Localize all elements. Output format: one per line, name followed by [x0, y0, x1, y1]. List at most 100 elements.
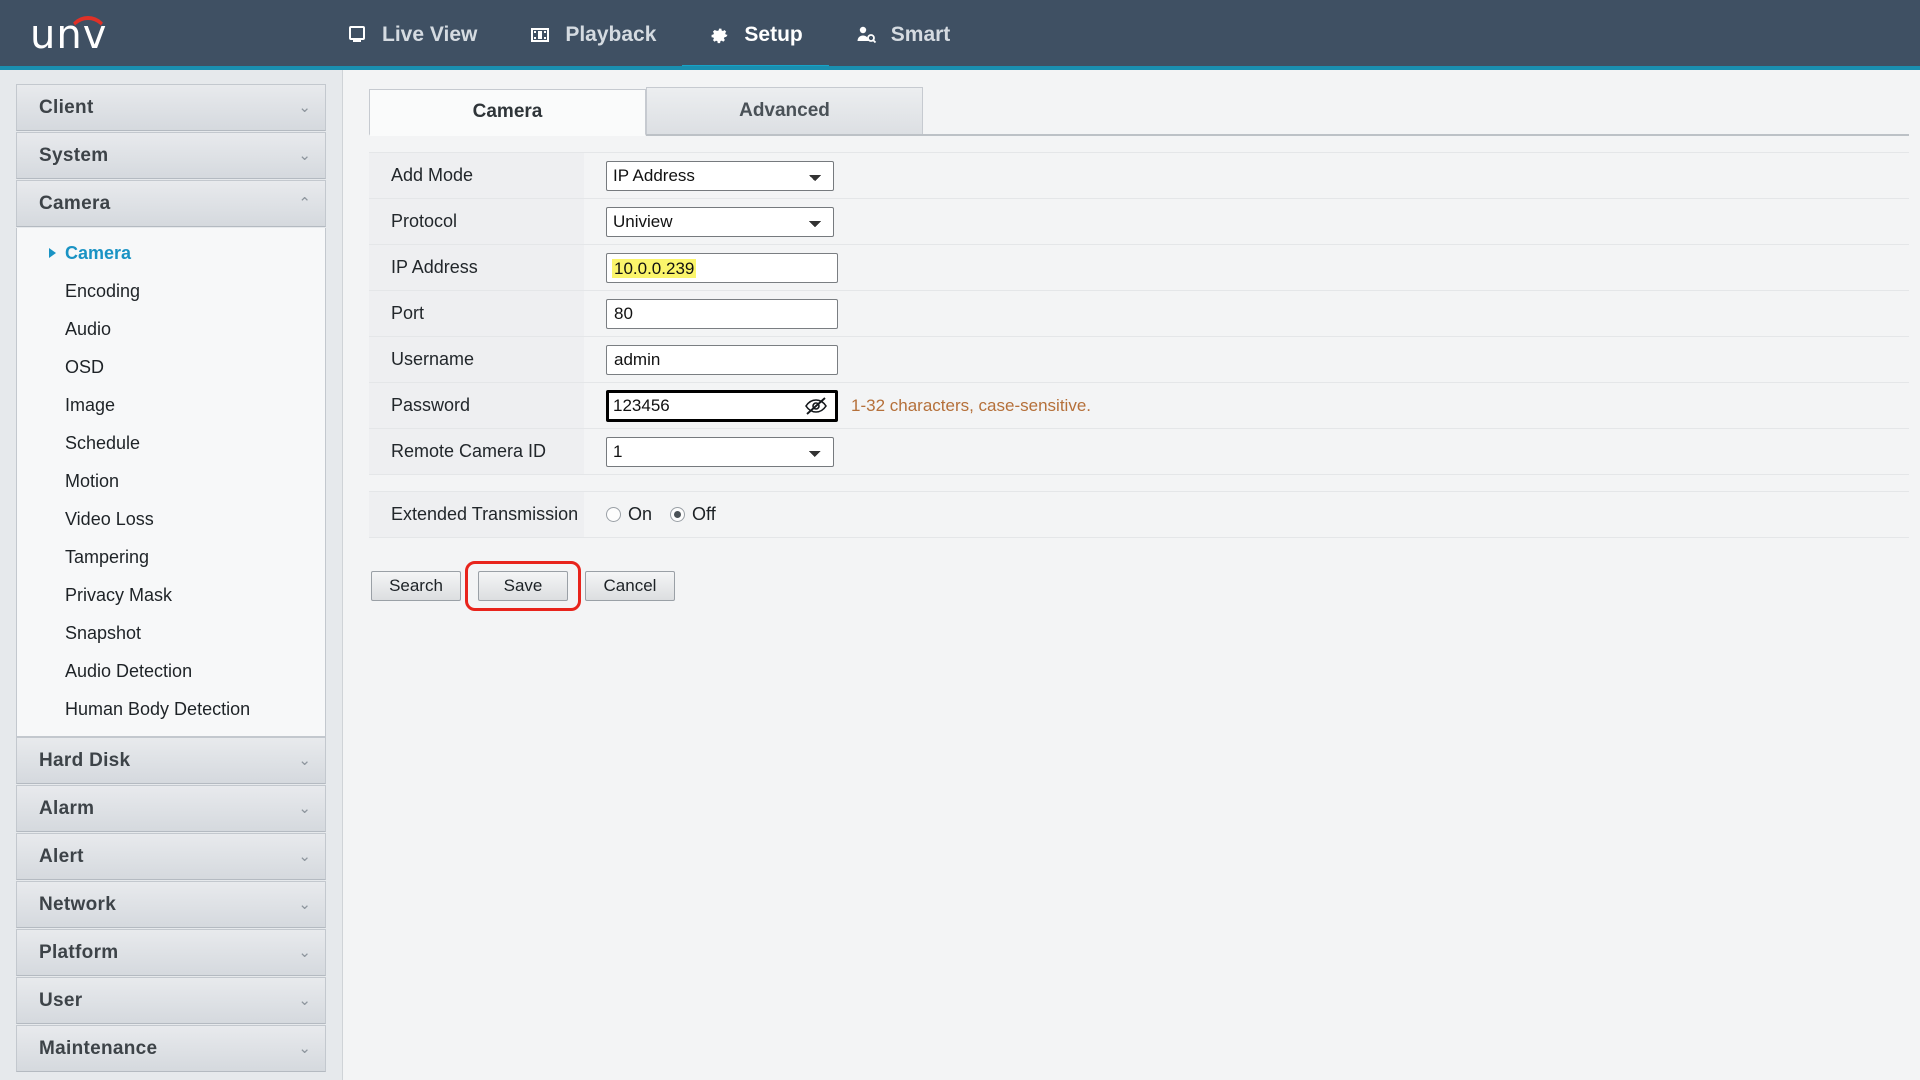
- unv-logo: unv: [30, 10, 150, 60]
- sidebar-group-label: Alert: [39, 845, 84, 867]
- search-button[interactable]: Search: [371, 571, 461, 601]
- sidebar-item-human-body-detection[interactable]: Human Body Detection: [17, 690, 325, 728]
- sidebar-group-camera[interactable]: Camera ⌃: [16, 180, 326, 227]
- sidebar-item-label: Human Body Detection: [65, 698, 251, 719]
- chevron-down-icon: ⌄: [298, 99, 311, 116]
- sidebar-group-network[interactable]: Network ⌄: [16, 881, 326, 928]
- sidebar-item-label: Schedule: [65, 432, 141, 453]
- sidebar-group-user[interactable]: User ⌄: [16, 977, 326, 1024]
- sidebar-group-label: System: [39, 144, 109, 166]
- label-password: Password: [369, 383, 584, 428]
- radio-extended-transmission-off[interactable]: Off: [670, 504, 716, 525]
- sidebar-group-alert[interactable]: Alert ⌄: [16, 833, 326, 880]
- chevron-down-icon: ⌄: [298, 147, 311, 164]
- tab-strip: Camera Advanced: [369, 87, 1909, 136]
- sidebar-item-encoding[interactable]: Encoding: [17, 272, 325, 310]
- eye-slash-icon[interactable]: [804, 396, 828, 416]
- label-add-mode: Add Mode: [369, 153, 584, 198]
- label-protocol: Protocol: [369, 199, 584, 244]
- tab-label: Advanced: [739, 100, 830, 121]
- sidebar-group-label: Platform: [39, 941, 119, 963]
- sidebar-item-image[interactable]: Image: [17, 386, 325, 424]
- form-row-remote-camera-id: Remote Camera ID 1: [369, 429, 1909, 475]
- add-mode-select[interactable]: IP Address: [606, 160, 834, 191]
- nav-item-live-view[interactable]: Live View: [320, 0, 503, 70]
- port-input[interactable]: [606, 298, 838, 329]
- sidebar-group-maintenance[interactable]: Maintenance ⌄: [16, 1025, 326, 1072]
- sidebar-group-platform[interactable]: Platform ⌄: [16, 929, 326, 976]
- sidebar-item-label: Privacy Mask: [65, 584, 173, 605]
- person-search-icon: [855, 24, 877, 46]
- sidebar-group-label: Client: [39, 96, 94, 118]
- sidebar-item-motion[interactable]: Motion: [17, 462, 325, 500]
- label-remote-camera-id: Remote Camera ID: [369, 429, 584, 474]
- main-navigation: Live View Playback Setup Smart: [320, 0, 976, 70]
- sidebar-item-label: Encoding: [65, 280, 141, 301]
- sidebar-item-label: Audio Detection: [65, 660, 193, 681]
- radio-circle-filled-icon: [670, 507, 686, 522]
- sidebar-item-label: Audio: [65, 318, 112, 339]
- password-field-wrapper: [606, 389, 838, 422]
- nav-label-smart: Smart: [890, 23, 951, 46]
- main-content: Camera Advanced Add Mode IP Address Prot…: [342, 70, 1920, 1080]
- username-input[interactable]: [606, 344, 838, 375]
- tab-advanced[interactable]: Advanced: [646, 87, 923, 134]
- sidebar-item-label: OSD: [65, 356, 105, 377]
- form-row-protocol: Protocol Uniview: [369, 199, 1909, 245]
- gear-icon: [708, 24, 730, 46]
- nav-item-playback[interactable]: Playback: [503, 0, 682, 70]
- sidebar-item-label: Camera: [65, 242, 132, 263]
- sidebar-group-label: User: [39, 989, 83, 1011]
- save-button[interactable]: Save: [478, 571, 568, 601]
- sidebar: Client ⌄ System ⌄ Camera ⌃ Camera Encodi…: [0, 70, 342, 1080]
- form-row-port: Port: [369, 291, 1909, 337]
- sidebar-item-schedule[interactable]: Schedule: [17, 424, 325, 462]
- sidebar-group-alarm[interactable]: Alarm ⌄: [16, 785, 326, 832]
- monitor-icon: [346, 24, 368, 46]
- chevron-up-icon: ⌃: [298, 195, 311, 212]
- nav-label-live-view: Live View: [382, 23, 478, 46]
- label-port: Port: [369, 291, 584, 336]
- ip-address-wrapper: 10.0.0.239: [606, 252, 838, 283]
- control-port: [584, 298, 838, 329]
- sidebar-item-privacy-mask[interactable]: Privacy Mask: [17, 576, 325, 614]
- cancel-button[interactable]: Cancel: [585, 571, 675, 601]
- nav-label-playback: Playback: [565, 23, 657, 46]
- sidebar-item-label: Image: [65, 394, 116, 415]
- form-row-username: Username: [369, 337, 1909, 383]
- chevron-down-icon: ⌄: [298, 752, 311, 769]
- extended-transmission-radio-group: On Off: [584, 504, 734, 525]
- sidebar-group-label: Camera: [39, 192, 111, 214]
- nav-item-smart[interactable]: Smart: [829, 0, 977, 70]
- sidebar-item-snapshot[interactable]: Snapshot: [17, 614, 325, 652]
- tab-label: Camera: [472, 101, 543, 122]
- sidebar-group-hard-disk[interactable]: Hard Disk ⌄: [16, 737, 326, 784]
- nav-item-setup[interactable]: Setup: [682, 0, 830, 70]
- sidebar-group-label: Alarm: [39, 797, 95, 819]
- tab-camera[interactable]: Camera: [369, 89, 646, 136]
- remote-camera-id-select[interactable]: 1: [606, 436, 834, 467]
- sidebar-item-osd[interactable]: OSD: [17, 348, 325, 386]
- form-row-password: Password 1-32 characters, case-sensitive…: [369, 383, 1909, 429]
- ip-address-input[interactable]: [606, 252, 838, 283]
- sidebar-item-video-loss[interactable]: Video Loss: [17, 500, 325, 538]
- radio-extended-transmission-on[interactable]: On: [606, 504, 652, 525]
- form-row-add-mode: Add Mode IP Address: [369, 152, 1909, 199]
- sidebar-group-system[interactable]: System ⌄: [16, 132, 326, 179]
- control-add-mode: IP Address: [584, 160, 834, 191]
- password-hint: 1-32 characters, case-sensitive.: [851, 395, 1091, 415]
- nav-label-setup: Setup: [744, 23, 803, 46]
- protocol-select[interactable]: Uniview: [606, 206, 834, 237]
- sidebar-group-client[interactable]: Client ⌄: [16, 84, 326, 131]
- password-input[interactable]: [609, 392, 795, 419]
- sidebar-item-label: Snapshot: [65, 622, 142, 643]
- sidebar-item-tampering[interactable]: Tampering: [17, 538, 325, 576]
- sidebar-item-audio-detection[interactable]: Audio Detection: [17, 652, 325, 690]
- control-remote-camera-id: 1: [584, 436, 834, 467]
- label-ip-address: IP Address: [369, 245, 584, 290]
- sidebar-item-camera[interactable]: Camera: [17, 234, 325, 272]
- sidebar-item-audio[interactable]: Audio: [17, 310, 325, 348]
- chevron-down-icon: ⌄: [298, 896, 311, 913]
- radio-label-on: On: [628, 504, 653, 524]
- camera-form: Add Mode IP Address Protocol Uniview IP …: [369, 152, 1909, 611]
